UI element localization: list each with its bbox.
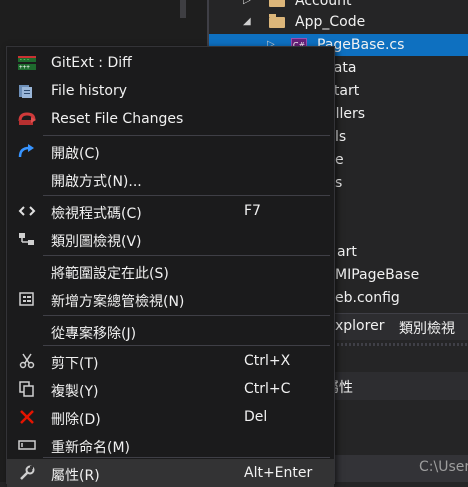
- svg-text:+++: +++: [19, 64, 30, 71]
- class-diagram-icon: [17, 231, 37, 247]
- scissors-icon: [17, 353, 37, 369]
- menu-separator: [43, 195, 330, 196]
- wrench-icon: [17, 465, 37, 481]
- menu-separator: [43, 457, 330, 458]
- rename-icon: [17, 437, 37, 453]
- menu-separator: [43, 135, 330, 136]
- menu-item-new-explorer-view[interactable]: 新增方案總管檢視(N): [7, 285, 334, 313]
- context-menu: --- +++ GitExt : Diff File history Reset …: [6, 46, 335, 487]
- menu-separator: [43, 255, 330, 256]
- menu-item-view-code[interactable]: 檢視程式碼(C) F7: [7, 197, 334, 225]
- menu-item-reset-file-changes[interactable]: Reset File Changes: [7, 105, 334, 133]
- menu-item-open[interactable]: 開啟(C): [7, 137, 334, 165]
- menu-item-exclude-from-project[interactable]: 從專案移除(J): [7, 317, 334, 345]
- tab-class-view[interactable]: 類別檢視: [399, 318, 455, 338]
- status-path: C:\User: [419, 459, 468, 475]
- folder-icon: [269, 14, 285, 28]
- menu-item-properties[interactable]: 屬性(R) Alt+Enter: [7, 459, 334, 487]
- tab-solution-explorer[interactable]: xplorer: [335, 318, 384, 334]
- menu-item-file-history[interactable]: File history: [7, 77, 334, 105]
- open-arrow-icon: [17, 143, 37, 159]
- menu-item-cut[interactable]: 剪下(T) Ctrl+X: [7, 347, 334, 375]
- new-explorer-view-icon: [17, 291, 37, 307]
- code-brackets-icon: [17, 203, 37, 219]
- menu-item-open-with[interactable]: 開啟方式(N)...: [7, 165, 334, 193]
- menu-item-scope-to-this[interactable]: 將範圍設定在此(S): [7, 257, 334, 285]
- menu-separator: [43, 315, 330, 316]
- tree-item-app-code[interactable]: ◢ App_Code: [209, 11, 468, 33]
- file-history-icon: [17, 83, 37, 99]
- folder-icon: [269, 0, 285, 7]
- menu-item-class-diagram[interactable]: 類別圖檢視(V): [7, 225, 334, 253]
- collapse-arrow-icon[interactable]: ◢: [243, 11, 251, 33]
- menu-item-delete[interactable]: 刪除(D) Del: [7, 403, 334, 431]
- editor-scrollbar[interactable]: [180, 0, 186, 18]
- menu-item-copy[interactable]: 複製(Y) Ctrl+C: [7, 375, 334, 403]
- menu-separator: [43, 345, 330, 346]
- reset-changes-icon: [17, 111, 37, 127]
- copy-icon: [17, 381, 37, 397]
- git-diff-icon: --- +++: [17, 55, 37, 71]
- delete-x-icon: [17, 409, 37, 425]
- menu-item-rename[interactable]: 重新命名(M): [7, 431, 334, 459]
- menu-item-gitext-diff[interactable]: --- +++ GitExt : Diff: [7, 49, 334, 77]
